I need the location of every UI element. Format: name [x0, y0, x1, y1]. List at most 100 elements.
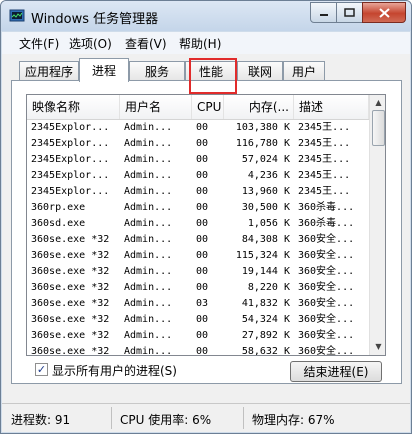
end-process-button[interactable]: 结束进程(E) [290, 361, 382, 382]
cell-image-name: 360se.exe *32 [31, 346, 110, 356]
status-divider [111, 407, 112, 429]
cell-memory: 103,380 K [235, 122, 290, 133]
vertical-scrollbar[interactable]: ▲ ▼ [369, 95, 385, 355]
cell-image-name: 2345Explor... [31, 138, 110, 149]
cell-image-name: 2345Explor... [31, 122, 110, 133]
cell-memory: 116,780 K [235, 138, 290, 149]
cell-cpu: 00 [196, 138, 209, 149]
table-row[interactable]: 360se.exe *32 Admin... 00 54,324 K 360安全... [27, 312, 369, 328]
cell-user-name: Admin... [124, 138, 173, 149]
table-row[interactable]: 360se.exe *32 Admin... 00 27,892 K 360安全... [27, 328, 369, 344]
cell-cpu: 00 [196, 170, 209, 181]
menu-bar: 文件(F) 选项(O) 查看(V) 帮助(H) [2, 32, 410, 54]
task-manager-icon [9, 9, 25, 22]
cell-description: 360安全... [298, 314, 355, 325]
tab-applications[interactable]: 应用程序 [19, 61, 79, 80]
tab-users[interactable]: 用户 [283, 61, 325, 80]
status-bar: 进程数: 91 CPU 使用率: 6% 物理内存: 67% [2, 403, 410, 432]
cell-cpu: 00 [196, 186, 209, 197]
title-bar[interactable]: Windows 任务管理器 [1, 1, 411, 31]
cell-user-name: Admin... [124, 314, 173, 325]
minimize-icon [319, 13, 328, 16]
tab-networking[interactable]: 联网 [237, 61, 283, 80]
cell-user-name: Admin... [124, 346, 173, 356]
status-divider [243, 407, 244, 429]
cell-image-name: 2345Explor... [31, 154, 110, 165]
minimize-button[interactable] [310, 2, 337, 23]
column-image-name[interactable]: 映像名称 [27, 95, 120, 119]
cell-memory: 30,500 K [241, 202, 290, 213]
cell-memory: 8,220 K [247, 282, 290, 293]
cell-memory: 58,632 K [241, 346, 290, 356]
cell-memory: 54,324 K [241, 314, 290, 325]
table-row[interactable]: 360se.exe *32 Admin... 00 115,324 K 360安全... [27, 248, 369, 264]
cell-image-name: 360se.exe *32 [31, 250, 110, 261]
cell-memory: 19,144 K [241, 266, 290, 277]
window-title: Windows 任务管理器 [31, 12, 159, 27]
cell-cpu: 03 [196, 298, 209, 309]
cell-description: 360安全... [298, 330, 355, 341]
scroll-up-icon[interactable]: ▲ [372, 96, 385, 109]
table-row[interactable]: 360rp.exe Admin... 00 30,500 K 360杀毒... [27, 200, 369, 216]
table-row[interactable]: 2345Explor... Admin... 00 116,780 K 2345王... [27, 136, 369, 152]
cell-cpu: 00 [196, 122, 209, 133]
table-row[interactable]: 2345Explor... Admin... 00 4,236 K 2345王... [27, 168, 369, 184]
maximize-button[interactable] [336, 2, 363, 23]
cell-image-name: 360sd.exe [31, 218, 86, 229]
cell-description: 360安全... [298, 266, 355, 277]
table-row[interactable]: 360se.exe *32 Admin... 00 58,632 K 360安全... [27, 344, 369, 356]
close-button[interactable] [362, 2, 406, 23]
cell-description: 2345王... [298, 154, 351, 165]
cell-memory: 13,960 K [241, 186, 290, 197]
cell-memory: 41,832 K [241, 298, 290, 309]
table-row[interactable]: 360se.exe *32 Admin... 03 41,832 K 360安全... [27, 296, 369, 312]
show-all-users-label[interactable]: 显示所有用户的进程(S) [52, 362, 177, 379]
table-row[interactable]: 2345Explor... Admin... 00 103,380 K 2345王... [27, 120, 369, 136]
cell-user-name: Admin... [124, 250, 173, 261]
cell-user-name: Admin... [124, 122, 173, 133]
cell-user-name: Admin... [124, 218, 173, 229]
column-memory[interactable]: 内存(... [224, 95, 294, 119]
cell-cpu: 00 [196, 282, 209, 293]
cell-description: 360安全... [298, 282, 355, 293]
cell-user-name: Admin... [124, 186, 173, 197]
cell-cpu: 00 [196, 218, 209, 229]
column-description[interactable]: 描述 [294, 95, 369, 119]
cell-image-name: 360se.exe *32 [31, 330, 110, 341]
checkmark-icon: ✓ [36, 363, 47, 376]
cell-description: 360安全... [298, 298, 355, 309]
cell-image-name: 360se.exe *32 [31, 234, 110, 245]
tab-processes[interactable]: 进程 [79, 58, 129, 82]
cell-image-name: 2345Explor... [31, 170, 110, 181]
performance-tab-highlight [189, 58, 237, 94]
column-user-name[interactable]: 用户名 [120, 95, 192, 119]
cell-description: 360杀毒... [298, 218, 355, 229]
menu-help[interactable]: 帮助(H) [179, 35, 221, 52]
menu-view[interactable]: 查看(V) [125, 35, 167, 52]
cell-description: 360安全... [298, 346, 355, 356]
tab-services[interactable]: 服务 [129, 61, 185, 80]
process-list[interactable]: 映像名称 用户名 CPU 内存(... 描述 2345Explor... Admi… [26, 94, 386, 356]
status-cpu-usage: CPU 使用率: 6% [120, 413, 212, 427]
cell-description: 360杀毒... [298, 202, 355, 213]
cell-cpu: 00 [196, 202, 209, 213]
scroll-thumb[interactable] [372, 110, 385, 146]
table-row[interactable]: 2345Explor... Admin... 00 57,024 K 2345王... [27, 152, 369, 168]
cell-cpu: 00 [196, 250, 209, 261]
cell-description: 2345王... [298, 170, 351, 181]
table-row[interactable]: 360se.exe *32 Admin... 00 8,220 K 360安全... [27, 280, 369, 296]
cell-cpu: 00 [196, 154, 209, 165]
cell-memory: 4,236 K [247, 170, 290, 181]
scroll-down-icon[interactable]: ▼ [372, 340, 385, 353]
table-row[interactable]: 360se.exe *32 Admin... 00 19,144 K 360安全... [27, 264, 369, 280]
table-row[interactable]: 2345Explor... Admin... 00 13,960 K 2345王... [27, 184, 369, 200]
menu-options[interactable]: 选项(O) [69, 35, 112, 52]
cell-user-name: Admin... [124, 170, 173, 181]
show-all-users-checkbox[interactable]: ✓ [35, 363, 48, 376]
menu-file[interactable]: 文件(F) [19, 35, 59, 52]
cell-memory: 84,308 K [241, 234, 290, 245]
column-cpu[interactable]: CPU [192, 95, 224, 119]
table-row[interactable]: 360se.exe *32 Admin... 00 84,308 K 360安全... [27, 232, 369, 248]
table-row[interactable]: 360sd.exe Admin... 00 1,056 K 360杀毒... [27, 216, 369, 232]
cell-cpu: 00 [196, 266, 209, 277]
